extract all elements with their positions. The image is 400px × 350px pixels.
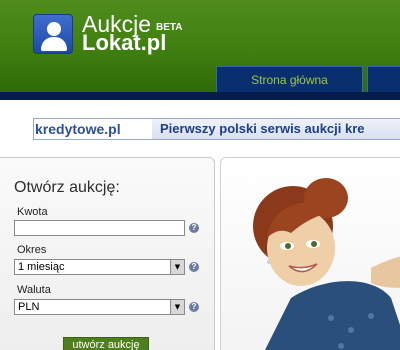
mascot-illustration [220, 157, 400, 350]
form-title: Otwórz aukcję: [14, 179, 120, 196]
user-icon[interactable] [33, 14, 73, 54]
banner-logo: kredytowe.pl [34, 119, 152, 139]
tab-next[interactable] [367, 66, 400, 92]
dropdown-arrow-icon[interactable]: ▼ [170, 260, 184, 274]
shirt-dot [348, 327, 354, 333]
right-pupil [311, 241, 317, 247]
currency-label: Waluta [17, 284, 51, 296]
shirt-dot [328, 315, 334, 321]
period-help-icon[interactable]: ? [189, 262, 199, 272]
create-auction-button[interactable]: utwórz aukcję [63, 337, 149, 350]
logo-bottom-text[interactable]: Lokat.pl [82, 31, 166, 55]
arm [371, 256, 400, 288]
left-pupil [285, 243, 291, 249]
page: Aukcje BETA Lokat.pl Strona główna kredy… [0, 0, 400, 350]
amount-help-icon[interactable]: ? [189, 223, 199, 233]
amount-input[interactable] [14, 220, 185, 236]
tab-home[interactable]: Strona główna [216, 66, 363, 92]
nav-strip [0, 92, 400, 100]
banner-area: kredytowe.pl Pierwszy polski serwis aukc… [0, 100, 400, 152]
ad-banner[interactable]: kredytowe.pl Pierwszy polski serwis aukc… [33, 118, 400, 140]
period-select[interactable]: 1 miesiąc ▼ [14, 259, 185, 275]
tab-home-label: Strona główna [251, 73, 328, 87]
amount-label: Kwota [17, 206, 48, 218]
site-header: Aukcje BETA Lokat.pl Strona główna [0, 0, 400, 92]
user-icon-shoulders [41, 37, 67, 51]
shirt-dot [338, 343, 344, 349]
currency-select[interactable]: PLN ▼ [14, 299, 185, 315]
user-icon-head [47, 22, 61, 36]
shirt-dot [368, 313, 374, 319]
earring [267, 260, 271, 264]
mascot-image [253, 178, 400, 350]
dropdown-arrow-icon[interactable]: ▼ [170, 300, 184, 314]
period-select-value: 1 miesiąc [18, 261, 65, 273]
period-label: Okres [17, 244, 47, 256]
currency-help-icon[interactable]: ? [189, 302, 199, 312]
banner-text: Pierwszy polski serwis aukcji kre [160, 121, 365, 136]
currency-select-value: PLN [18, 301, 40, 313]
